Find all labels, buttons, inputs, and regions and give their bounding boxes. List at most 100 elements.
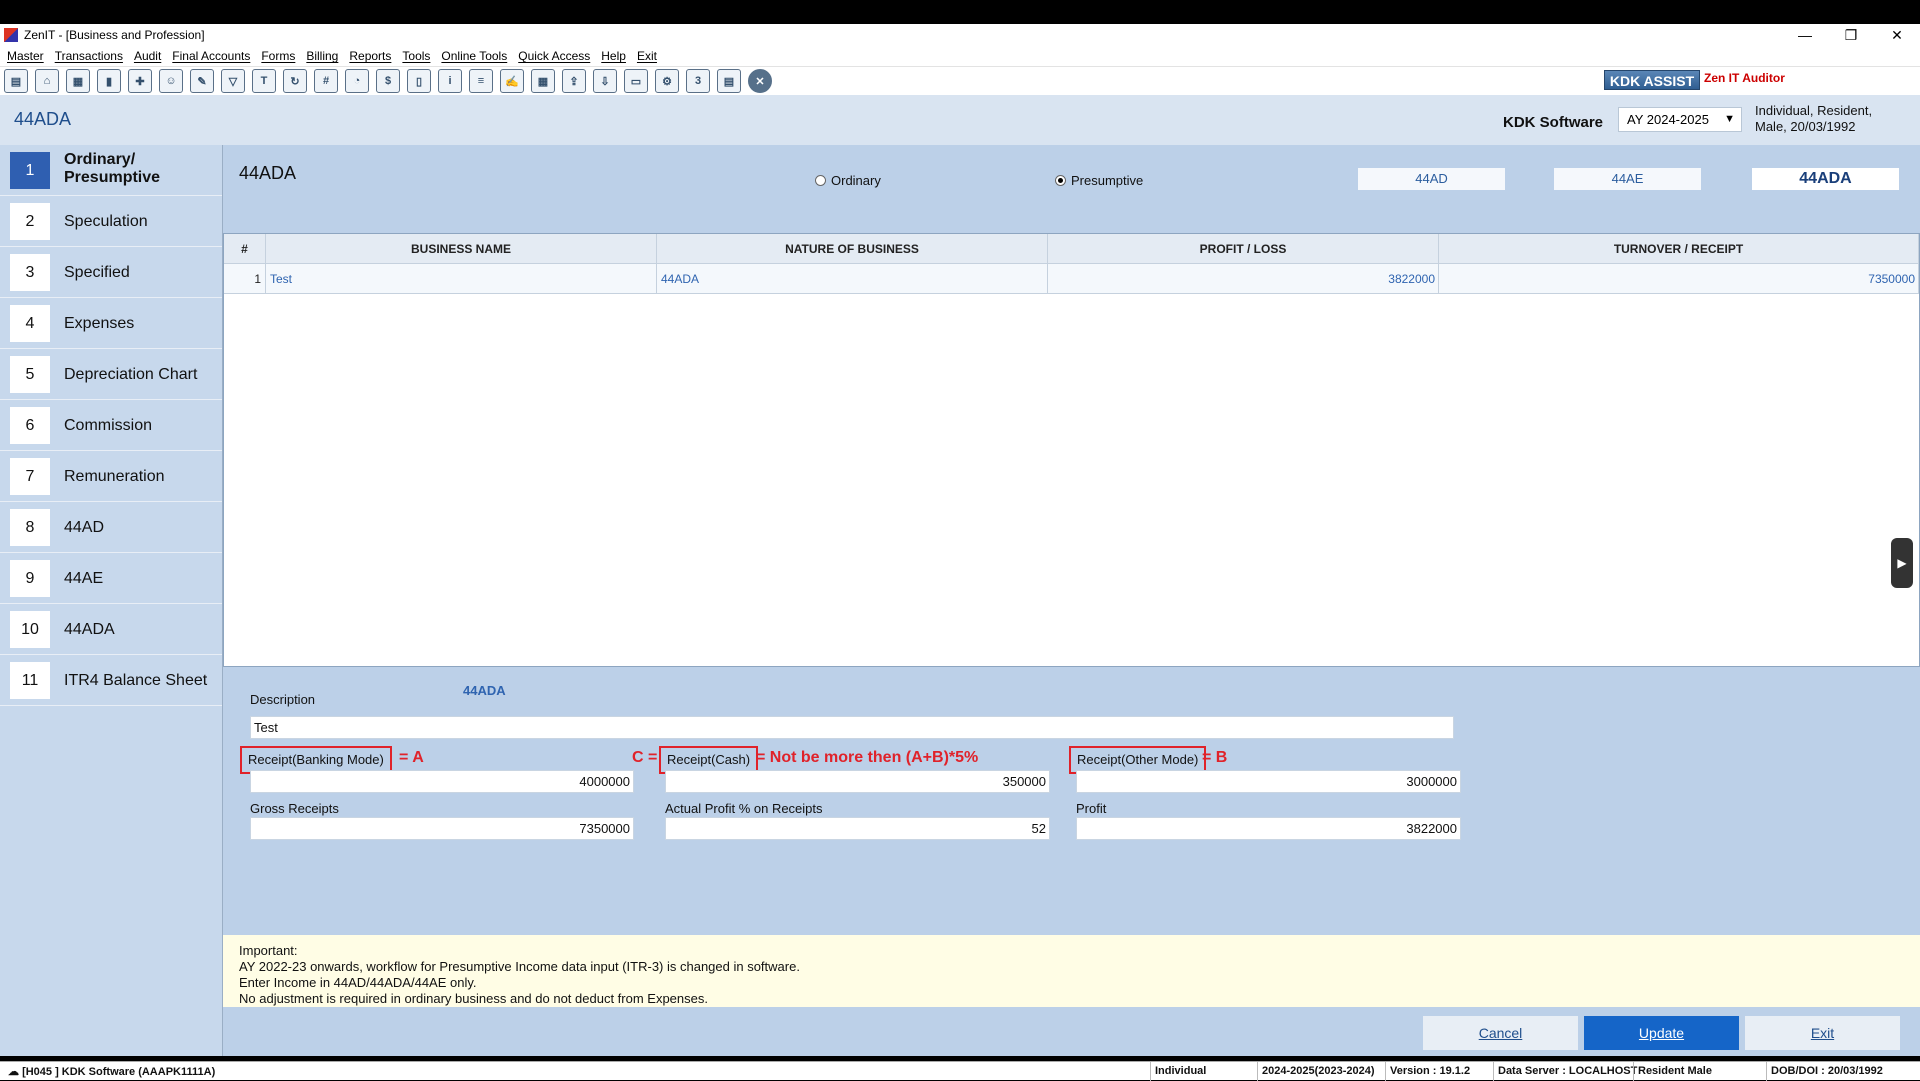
assessment-year-select[interactable]: AY 2024-2025 ▼ (1618, 107, 1742, 132)
cell-nature-of-business[interactable]: 44ADA (657, 264, 1048, 293)
calculator-icon[interactable]: # (314, 69, 338, 93)
menu-quick-access[interactable]: Quick Access (518, 49, 590, 63)
import-icon[interactable]: ⇩ (593, 69, 617, 93)
notice-line-2: AY 2022-23 onwards, workflow for Presump… (239, 959, 800, 974)
receipt-banking-field[interactable]: 4000000 (250, 770, 634, 793)
sidebar-item-label: Depreciation Chart (64, 366, 198, 383)
tab-44ada[interactable]: 44ADA (1752, 168, 1899, 190)
menu-audit[interactable]: Audit (134, 49, 161, 63)
cell-business-name[interactable]: Test (266, 264, 657, 293)
open-file-icon[interactable]: ▤ (4, 69, 28, 93)
description-field[interactable]: Test (250, 716, 1454, 739)
bar-chart-icon[interactable]: ▮ (97, 69, 121, 93)
receipt-other-field[interactable]: 3000000 (1076, 770, 1461, 793)
3cd-icon[interactable]: 3 (686, 69, 710, 93)
close-window-icon[interactable]: ✕ (1874, 24, 1920, 46)
app-logo-icon (4, 28, 18, 42)
document-icon[interactable]: ≡ (469, 69, 493, 93)
sidebar-item-itr4-balance-sheet[interactable]: 11 ITR4 Balance Sheet (0, 655, 222, 706)
gift-icon[interactable]: ✚ (128, 69, 152, 93)
pay-icon[interactable]: $ (376, 69, 400, 93)
tab-44ad[interactable]: 44AD (1358, 168, 1505, 190)
minimize-icon[interactable]: — (1782, 24, 1828, 46)
chevron-down-icon[interactable]: ▼ (1724, 108, 1735, 131)
menu-exit[interactable]: Exit (637, 49, 657, 63)
network-icon[interactable]: ⚙ (655, 69, 679, 93)
description-link[interactable]: 44ADA (463, 683, 506, 698)
sidebar-item-number: 4 (10, 305, 50, 342)
radio-circle[interactable] (815, 175, 826, 186)
sidebar-item-44ad[interactable]: 8 44AD (0, 502, 222, 553)
building-icon[interactable]: ▦ (66, 69, 90, 93)
main-panel: 44ADA Ordinary Presumptive 44AD 44AE 44A… (223, 145, 1920, 1056)
sidebar-item-44ae[interactable]: 9 44AE (0, 553, 222, 604)
pie-icon[interactable]: ◔ (345, 69, 369, 93)
profit-label: Profit (1076, 801, 1107, 816)
sidebar-item-remuneration[interactable]: 7 Remuneration (0, 451, 222, 502)
calendar-icon[interactable]: ▦ (531, 69, 555, 93)
actual-profit-field[interactable]: 52 (665, 817, 1050, 840)
menu-online-tools[interactable]: Online Tools (441, 49, 507, 63)
report-icon[interactable]: ▤ (717, 69, 741, 93)
filter-icon[interactable]: ▽ (221, 69, 245, 93)
sidebar-item-depreciation-chart[interactable]: 5 Depreciation Chart (0, 349, 222, 400)
menu-reports[interactable]: Reports (349, 49, 391, 63)
exit-button[interactable]: Exit (1745, 1016, 1900, 1050)
cell-profit-loss[interactable]: 3822000 (1048, 264, 1439, 293)
id-card-icon[interactable]: ▭ (624, 69, 648, 93)
description-label: Description (250, 692, 316, 707)
update-button[interactable]: Update (1584, 1016, 1739, 1050)
sidebar-item-expenses[interactable]: 4 Expenses (0, 298, 222, 349)
sidebar-item-label: Commission (64, 417, 153, 434)
sidebar-item-number: 11 (10, 662, 50, 699)
menu-master[interactable]: Master (7, 49, 44, 63)
sidebar-item-label: 44AE (64, 570, 104, 587)
export-icon[interactable]: ⇪ (562, 69, 586, 93)
tax-icon[interactable]: T (252, 69, 276, 93)
close-icon[interactable]: ✕ (748, 69, 772, 93)
sidebar-item-speculation[interactable]: 2 Speculation (0, 196, 222, 247)
profit-field[interactable]: 3822000 (1076, 817, 1461, 840)
book-icon[interactable]: ▯ (407, 69, 431, 93)
sidebar-item-44ada[interactable]: 10 44ADA (0, 604, 222, 655)
radio-ordinary[interactable]: Ordinary (815, 173, 881, 188)
column-header-turnover-receipt: TURNOVER / RECEIPT (1439, 234, 1919, 263)
radio-circle-selected[interactable] (1055, 175, 1066, 186)
column-header-profit-loss: PROFIT / LOSS (1048, 234, 1439, 263)
gross-receipts-field[interactable]: 7350000 (250, 817, 634, 840)
table-row[interactable]: 1 Test 44ADA 3822000 7350000 (224, 264, 1919, 294)
menu-billing[interactable]: Billing (306, 49, 338, 63)
users-icon[interactable]: ☺ (159, 69, 183, 93)
grid-header: # BUSINESS NAME NATURE OF BUSINESS PROFI… (224, 234, 1919, 264)
zen-it-auditor-link[interactable]: Zen IT Auditor (1704, 71, 1785, 85)
menu-forms[interactable]: Forms (261, 49, 295, 63)
tab-44ae[interactable]: 44AE (1554, 168, 1701, 190)
radio-presumptive[interactable]: Presumptive (1055, 173, 1143, 188)
panel-expand-arrow-icon[interactable]: ▶ (1891, 538, 1913, 588)
status-dob: DOB/DOI : 20/03/1992 (1771, 1065, 1883, 1077)
refresh-icon[interactable]: ↻ (283, 69, 307, 93)
menu-help[interactable]: Help (601, 49, 626, 63)
menu-tools[interactable]: Tools (402, 49, 430, 63)
receipt-cash-field[interactable]: 350000 (665, 770, 1050, 793)
window-title: ZenIT - [Business and Profession] (24, 28, 205, 42)
tag-icon[interactable]: ✎ (190, 69, 214, 93)
sidebar-item-specified[interactable]: 3 Specified (0, 247, 222, 298)
kdk-assist-button[interactable]: KDK ASSIST (1604, 70, 1700, 90)
cancel-button[interactable]: Cancel (1423, 1016, 1578, 1050)
restore-icon[interactable]: ❐ (1828, 24, 1874, 46)
sidebar-item-commission[interactable]: 6 Commission (0, 400, 222, 451)
menu-final-accounts[interactable]: Final Accounts (172, 49, 250, 63)
menu-transactions[interactable]: Transactions (55, 49, 123, 63)
sidebar-item-number: 6 (10, 407, 50, 444)
sidebar-item-label: Ordinary/ Presumptive (64, 151, 161, 186)
cell-turnover-receipt[interactable]: 7350000 (1439, 264, 1919, 293)
edit-document-icon[interactable]: ✍ (500, 69, 524, 93)
notice-line-1: Important: (239, 943, 298, 958)
gross-receipts-label: Gross Receipts (250, 801, 339, 816)
sidebar-item-number: 10 (10, 611, 50, 648)
home-icon[interactable]: ⌂ (35, 69, 59, 93)
sidebar-item-ordinary-presumptive[interactable]: 1 Ordinary/ Presumptive (0, 145, 222, 196)
assessment-year-value: AY 2024-2025 (1627, 112, 1709, 127)
info-icon[interactable]: i (438, 69, 462, 93)
